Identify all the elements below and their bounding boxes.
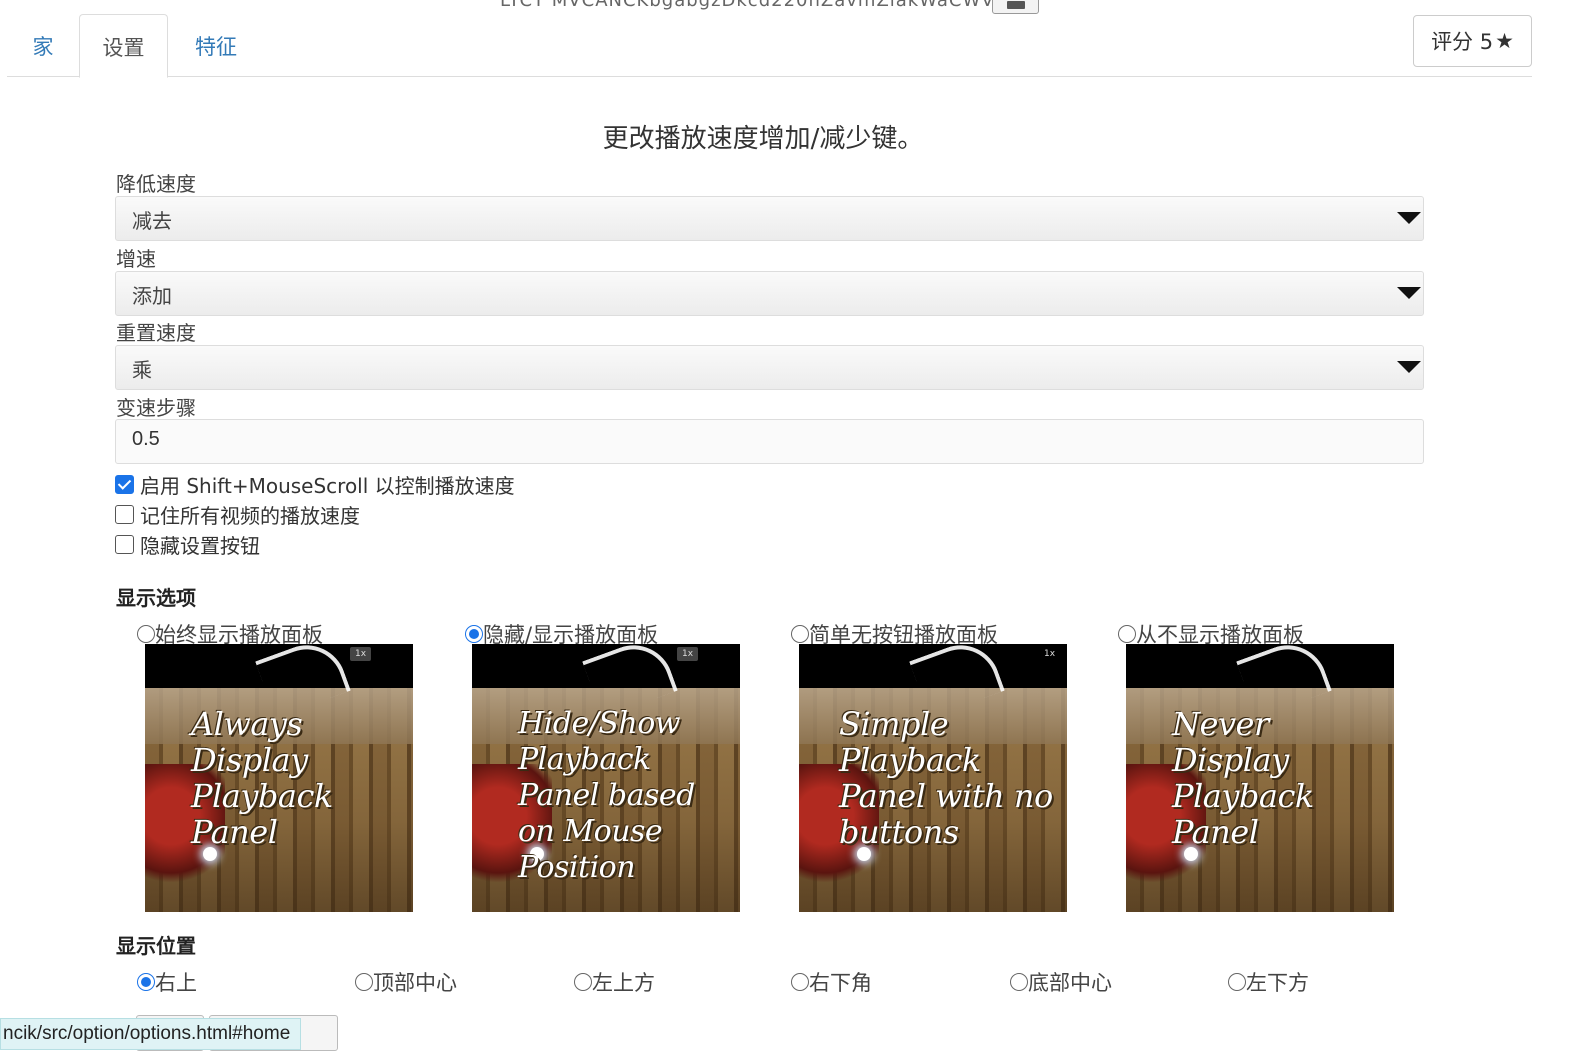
tab-settings[interactable]: 设置 (79, 14, 168, 78)
preview-always-display[interactable]: 1x Always Display Playback Panel (145, 644, 413, 912)
license-code-text: LTCT MVCANCKbgabgzDkcd220nZavmZlakWaCWV (500, 0, 995, 11)
preview-caption: Hide/Show Playback Panel based on Mouse … (518, 706, 695, 885)
position-label: 左上方 (592, 971, 655, 995)
reset-speed-select[interactable]: 乘 (115, 345, 1424, 390)
mini-panel-speed: 1x (350, 647, 372, 661)
position-top-left[interactable]: 左上方 (574, 967, 655, 997)
position-label: 右下角 (809, 971, 872, 995)
position-top-right[interactable]: 右上 (137, 967, 197, 997)
copy-icon (1007, 1, 1025, 9)
preview-caption: Always Display Playback Panel (191, 705, 333, 851)
decrease-speed-value: 减去 (132, 209, 172, 233)
display-position-title: 显示位置 (116, 934, 196, 958)
radio-hide-show[interactable] (465, 625, 483, 643)
position-bottom-center[interactable]: 底部中心 (1010, 967, 1112, 997)
radio-bottom-center[interactable] (1010, 973, 1028, 991)
shift-scroll-label: 启用 Shift+MouseScroll 以控制播放速度 (140, 474, 515, 498)
radio-simple[interactable] (791, 625, 809, 643)
tab-home[interactable]: 家 (7, 14, 79, 77)
preview-hide-show[interactable]: 1x Hide/Show Playback Panel based on Mou… (472, 644, 740, 912)
radio-never[interactable] (1118, 625, 1136, 643)
hide-settings-checkbox[interactable] (115, 535, 134, 554)
position-label: 底部中心 (1028, 971, 1112, 995)
preview-simple[interactable]: 1x Simple Playback Panel with no buttons (799, 644, 1067, 912)
copy-button[interactable] (992, 0, 1039, 14)
star-icon: ★ (1495, 29, 1514, 53)
mini-panel-speed: 1x (677, 647, 699, 661)
position-bottom-right[interactable]: 右下角 (791, 967, 872, 997)
chevron-down-icon (1397, 361, 1421, 373)
position-top-center[interactable]: 顶部中心 (355, 967, 457, 997)
position-label: 顶部中心 (373, 971, 457, 995)
position-bottom-left[interactable]: 左下方 (1228, 967, 1309, 997)
radio-top-left[interactable] (574, 973, 592, 991)
speed-step-label: 变速步骤 (116, 396, 196, 420)
radio-bottom-left[interactable] (1228, 973, 1246, 991)
increase-speed-label: 增速 (116, 247, 156, 271)
shift-scroll-option[interactable]: 启用 Shift+MouseScroll 以控制播放速度 (115, 470, 515, 499)
page-title: 更改播放速度增加/减少键。 (602, 124, 924, 154)
reset-speed-label: 重置速度 (116, 321, 196, 345)
tab-bar: 家 设置 特征 (7, 14, 1532, 78)
rate-button-label: 评分 5 (1431, 30, 1494, 54)
display-options-title: 显示选项 (116, 586, 196, 610)
increase-speed-value: 添加 (132, 284, 172, 308)
reset-speed-value: 乘 (132, 358, 152, 382)
radio-always[interactable] (137, 625, 155, 643)
tab-features[interactable]: 特征 (177, 14, 255, 77)
chevron-down-icon (1397, 287, 1421, 299)
radio-top-right[interactable] (137, 973, 155, 991)
speed-step-input[interactable]: 0.5 (115, 419, 1424, 464)
preview-caption: Simple Playback Panel with no buttons (839, 705, 1053, 851)
hide-settings-option[interactable]: 隐藏设置按钮 (115, 530, 260, 559)
chevron-down-icon (1397, 212, 1421, 224)
remember-speed-label: 记住所有视频的播放速度 (140, 504, 360, 528)
preview-caption: Never Display Playback Panel (1172, 705, 1314, 851)
rate-button[interactable]: 评分 5 ★ (1413, 15, 1532, 67)
preview-never-display[interactable]: Never Display Playback Panel (1126, 644, 1394, 912)
decrease-speed-select[interactable]: 减去 (115, 196, 1424, 241)
status-bar-url: ncik/src/option/options.html#home (0, 1018, 302, 1050)
radio-top-center[interactable] (355, 973, 373, 991)
increase-speed-select[interactable]: 添加 (115, 271, 1424, 316)
hide-settings-label: 隐藏设置按钮 (140, 534, 260, 558)
remember-speed-option[interactable]: 记住所有视频的播放速度 (115, 500, 360, 529)
position-label: 右上 (155, 971, 197, 995)
position-label: 左下方 (1246, 971, 1309, 995)
decrease-speed-label: 降低速度 (116, 172, 196, 196)
shift-scroll-checkbox[interactable] (115, 475, 134, 494)
remember-speed-checkbox[interactable] (115, 505, 134, 524)
radio-bottom-right[interactable] (791, 973, 809, 991)
mini-panel-speed: 1x (1044, 649, 1056, 659)
